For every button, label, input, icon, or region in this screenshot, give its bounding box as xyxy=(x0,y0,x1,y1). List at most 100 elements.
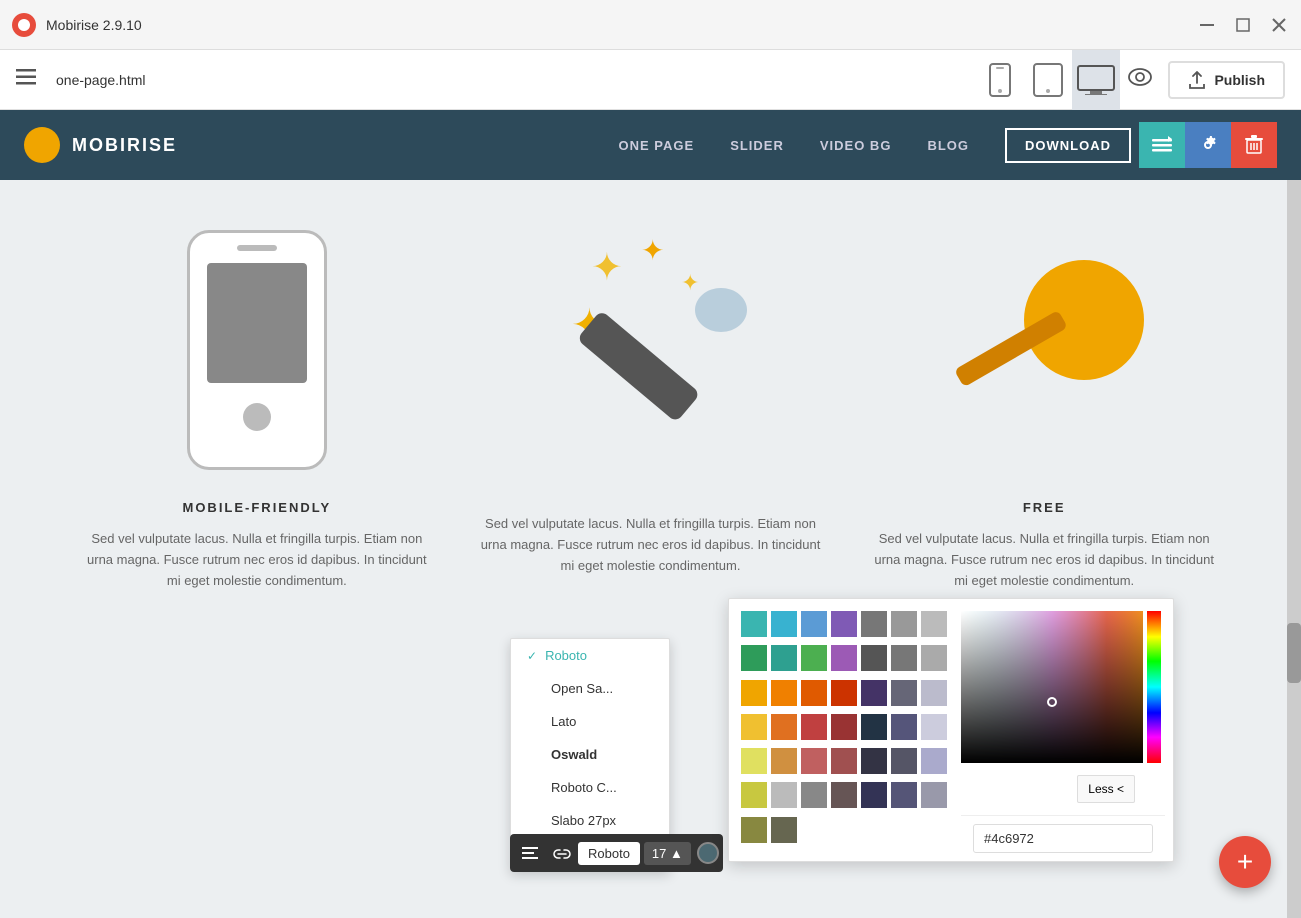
sparkle3: ✦ xyxy=(681,270,699,295)
gradient-area: Less < xyxy=(961,599,1173,861)
menu-icon[interactable] xyxy=(16,69,36,90)
nav-reorder-button[interactable] xyxy=(1139,122,1185,168)
swatch-blue2[interactable] xyxy=(801,611,827,637)
hex-input[interactable] xyxy=(973,824,1153,853)
sparkle2: ✦ xyxy=(641,235,664,266)
swatch-indigo1[interactable] xyxy=(861,680,887,706)
swatch-tan1[interactable] xyxy=(771,748,797,774)
swatch-orange3[interactable] xyxy=(801,680,827,706)
publish-button[interactable]: Publish xyxy=(1168,61,1285,99)
nav-video-bg[interactable]: VIDEO BG xyxy=(820,138,892,153)
swatch-slate2[interactable] xyxy=(921,680,947,706)
link-button[interactable] xyxy=(546,837,578,869)
swatch-dark2[interactable] xyxy=(891,748,917,774)
black-layer xyxy=(961,611,1143,763)
download-button[interactable]: DOWNLOAD xyxy=(1005,128,1131,163)
maximize-button[interactable] xyxy=(1233,15,1253,35)
nav-slider[interactable]: SLIDER xyxy=(730,138,784,153)
nav-links: ONE PAGE SLIDER VIDEO BG BLOG DOWNLOAD xyxy=(619,128,1131,163)
wand-body xyxy=(576,310,700,423)
minimize-button[interactable] xyxy=(1197,15,1217,35)
swatch-gray2[interactable] xyxy=(891,611,917,637)
font-label: Roboto xyxy=(545,648,587,663)
swatch-orange1[interactable] xyxy=(741,680,767,706)
swatch-gray4[interactable] xyxy=(861,645,887,671)
font-item-roboto[interactable]: ✓ Roboto xyxy=(511,639,669,672)
swatch-rose2[interactable] xyxy=(831,748,857,774)
swatch-navy2[interactable] xyxy=(891,714,917,740)
swatch-yellow1[interactable] xyxy=(741,714,767,740)
swatch-green1[interactable] xyxy=(741,645,767,671)
nav-delete-button[interactable] xyxy=(1231,122,1277,168)
nav-one-page[interactable]: ONE PAGE xyxy=(619,138,695,153)
font-item-slabo[interactable]: Slabo 27px xyxy=(511,804,669,837)
font-item-lato[interactable]: Lato xyxy=(511,705,669,738)
swatch-gray6[interactable] xyxy=(921,645,947,671)
swatch-darkblue2[interactable] xyxy=(891,782,917,808)
swatch-lavender[interactable] xyxy=(921,714,947,740)
align-button[interactable] xyxy=(514,837,546,869)
swatch-teal[interactable] xyxy=(741,611,767,637)
swatch-blue1[interactable] xyxy=(771,611,797,637)
swatch-teal2[interactable] xyxy=(771,645,797,671)
window-controls xyxy=(1197,15,1289,35)
swatch-purple1[interactable] xyxy=(831,611,857,637)
swatch-red3[interactable] xyxy=(831,714,857,740)
swatch-gray1[interactable] xyxy=(861,611,887,637)
color-picker-button[interactable] xyxy=(697,842,719,864)
swatch-red2[interactable] xyxy=(801,714,827,740)
font-family-selector[interactable]: Roboto xyxy=(578,842,640,865)
less-button[interactable]: Less < xyxy=(1077,775,1135,803)
add-fab[interactable]: + xyxy=(1219,836,1271,888)
nav-blog[interactable]: BLOG xyxy=(927,138,969,153)
swatch-purple2[interactable] xyxy=(831,645,857,671)
swatch-silver3[interactable] xyxy=(921,782,947,808)
swatch-orange2[interactable] xyxy=(771,680,797,706)
swatch-olive1[interactable] xyxy=(741,782,767,808)
col-wand: ✦ ✦ ✦ ✦ Sed vel vulputate lacus. Nulla e… xyxy=(454,220,848,576)
swatch-green2[interactable] xyxy=(801,645,827,671)
swatch-silver1[interactable] xyxy=(771,782,797,808)
site-logo: MOBIRISE xyxy=(24,127,177,163)
phone-body xyxy=(187,230,327,470)
swatch-darkblue1[interactable] xyxy=(861,782,887,808)
phone-speaker xyxy=(237,245,277,251)
swatch-red1[interactable] xyxy=(831,680,857,706)
swatch-yellow2[interactable] xyxy=(741,748,767,774)
fab-icon: + xyxy=(1237,846,1253,878)
swatch-navy1[interactable] xyxy=(861,714,887,740)
font-size-selector[interactable]: 17 ▲ xyxy=(644,842,691,865)
content-area: MOBILE-FRIENDLY Sed vel vulputate lacus.… xyxy=(0,180,1301,918)
col-mobile-friendly: MOBILE-FRIENDLY Sed vel vulputate lacus.… xyxy=(60,220,454,591)
nav-action-buttons xyxy=(1139,122,1277,168)
scrollbar-thumb[interactable] xyxy=(1287,623,1301,683)
preview-icon[interactable] xyxy=(1128,68,1152,91)
swatch-light1[interactable] xyxy=(921,748,947,774)
swatch-dark1[interactable] xyxy=(861,748,887,774)
swatch-slate1[interactable] xyxy=(891,680,917,706)
col3-text: Sed vel vulputate lacus. Nulla et fringi… xyxy=(867,529,1221,591)
less-btn-row: Less < xyxy=(961,763,1165,815)
font-label: Roboto C... xyxy=(551,780,617,795)
font-item-open-sans[interactable]: Open Sa... xyxy=(511,672,669,705)
swatch-gray5[interactable] xyxy=(891,645,917,671)
device-desktop-button[interactable] xyxy=(1072,50,1120,110)
site-navbar: MOBIRISE ONE PAGE SLIDER VIDEO BG BLOG D… xyxy=(0,110,1301,180)
swatch-olive3[interactable] xyxy=(771,817,797,843)
device-tablet-button[interactable] xyxy=(1024,50,1072,110)
toolbar-right: Publish xyxy=(1128,61,1285,99)
font-item-roboto-c[interactable]: Roboto C... xyxy=(511,771,669,804)
swatch-olive2[interactable] xyxy=(741,817,767,843)
hue-strip[interactable] xyxy=(1147,611,1161,763)
swatch-silver2[interactable] xyxy=(801,782,827,808)
swatch-brown1[interactable] xyxy=(831,782,857,808)
font-item-oswald[interactable]: Oswald xyxy=(511,738,669,771)
swatch-rose1[interactable] xyxy=(801,748,827,774)
device-selector xyxy=(976,50,1120,110)
color-gradient-picker[interactable] xyxy=(961,611,1143,763)
swatch-orange4[interactable] xyxy=(771,714,797,740)
swatch-gray3[interactable] xyxy=(921,611,947,637)
close-button[interactable] xyxy=(1269,15,1289,35)
nav-settings-button[interactable] xyxy=(1185,122,1231,168)
device-mobile-button[interactable] xyxy=(976,50,1024,110)
